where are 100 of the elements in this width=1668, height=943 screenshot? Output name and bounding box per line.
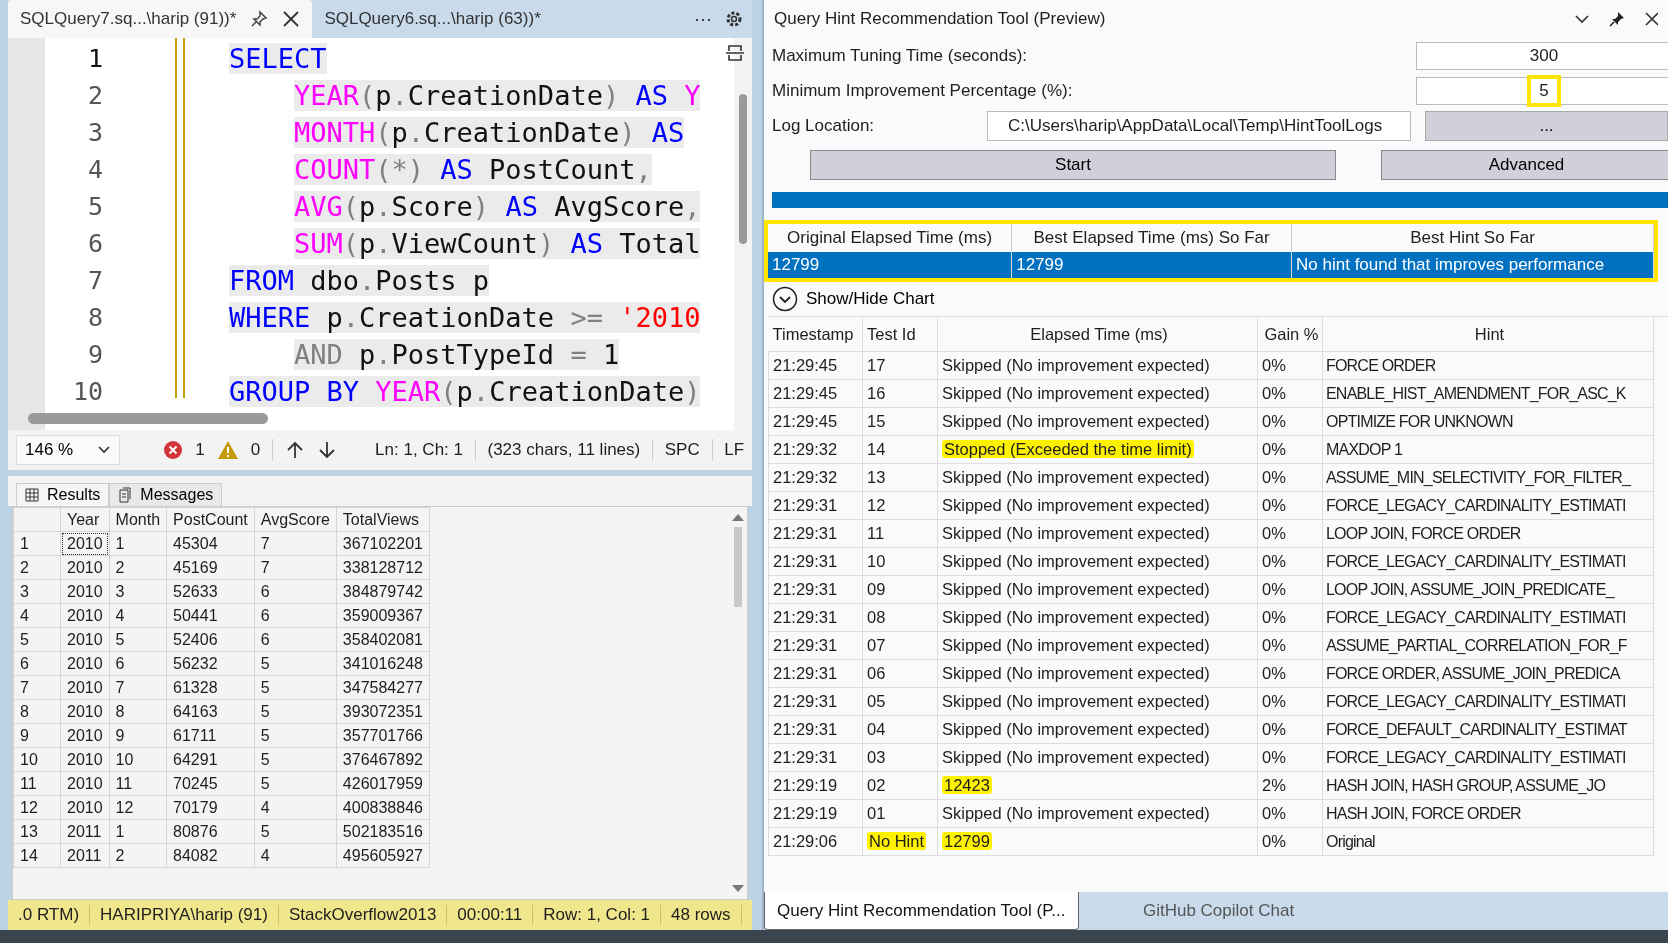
column-header[interactable]: Timestamp — [768, 317, 863, 352]
row-number: 11 — [13, 771, 61, 796]
scrollbar-thumb[interactable] — [28, 413, 268, 424]
table-cell: 6 — [109, 651, 167, 676]
line-ending[interactable]: LF — [724, 440, 744, 460]
table-cell: 0% — [1257, 687, 1323, 716]
column-header[interactable]: Test Id — [862, 317, 938, 352]
advanced-button[interactable]: Advanced — [1381, 150, 1668, 180]
chevron-down-icon[interactable] — [1574, 13, 1590, 25]
table-cell: 2010 — [60, 579, 110, 604]
results-tab[interactable]: Results — [16, 483, 110, 506]
column-header[interactable]: Hint — [1322, 317, 1654, 352]
line-number: 7 — [86, 265, 103, 297]
table-cell: 426017959 — [336, 771, 430, 796]
table-cell: 7 — [109, 675, 167, 700]
table-cell: 70245 — [166, 771, 255, 796]
row-number: 6 — [13, 651, 61, 676]
column-header[interactable]: TotalViews — [336, 507, 430, 532]
table-cell: HASH JOIN, HASH GROUP, ASSUME_JO — [1322, 771, 1654, 800]
table-cell: 6 — [254, 627, 337, 652]
editor-tab[interactable]: SQLQuery6.sq...\harip (63))* — [312, 0, 553, 38]
line-number: 3 — [86, 117, 103, 149]
close-icon[interactable] — [1644, 11, 1658, 27]
chevron-circle-icon[interactable] — [772, 286, 798, 312]
pin-icon[interactable] — [250, 10, 269, 28]
panel-tab[interactable]: GitHub Copilot Chat — [1078, 892, 1359, 930]
table-cell: 17 — [862, 351, 938, 380]
table-cell: 80876 — [166, 819, 255, 844]
table-cell: OPTIMIZE FOR UNKNOWN — [1322, 407, 1654, 436]
table-cell: 0% — [1257, 715, 1323, 744]
browse-button[interactable]: ... — [1425, 111, 1668, 141]
input-field[interactable]: C:\Users\harip\AppData\Local\Temp\HintToolLogs — [987, 111, 1411, 141]
column-header[interactable]: Elapsed Time (ms) — [937, 317, 1258, 352]
table-cell: 09 — [862, 575, 938, 604]
chevron-down-icon[interactable] — [97, 445, 112, 455]
table-cell: Skipped (No improvement expected) — [937, 575, 1258, 604]
table-cell: 0% — [1257, 491, 1323, 520]
editor-tab[interactable]: SQLQuery7.sq...\harip (91))* — [8, 0, 313, 38]
table-cell: 400838846 — [336, 795, 430, 820]
table-cell: Skipped (No improvement expected) — [937, 603, 1258, 632]
table-cell: 07 — [862, 631, 938, 660]
table-cell: Skipped (No improvement expected) — [937, 547, 1258, 576]
scrollbar-thumb[interactable] — [739, 94, 747, 244]
table-cell: 61328 — [166, 675, 255, 700]
table-cell: 5 — [254, 651, 337, 676]
scroll-down-icon[interactable] — [732, 885, 744, 893]
row-number: 4 — [13, 603, 61, 628]
indent-mode[interactable]: SPC — [664, 440, 700, 460]
error-icon[interactable] — [163, 440, 184, 460]
column-header[interactable]: Month — [109, 507, 167, 532]
column-header[interactable]: AvgScore — [254, 507, 337, 532]
table-cell: 03 — [862, 743, 938, 772]
document-icon[interactable] — [118, 487, 133, 503]
pin-icon[interactable] — [1608, 10, 1626, 28]
table-cell: 5 — [254, 747, 337, 772]
overflow-menu[interactable]: ··· — [682, 8, 724, 30]
column-header[interactable]: PostCount — [166, 507, 255, 532]
row-number: 7 — [13, 675, 61, 700]
line-number: 10 — [71, 376, 103, 408]
table-cell: Skipped (No improvement expected) — [937, 351, 1258, 380]
table-cell: Skipped (No improvement expected) — [937, 463, 1258, 492]
zoom-dropdown[interactable]: 146 % — [16, 435, 121, 465]
table-cell: 12 — [862, 491, 938, 520]
table-cell: 2011 — [60, 843, 110, 868]
table-cell: Skipped (No improvement expected) — [937, 715, 1258, 744]
table-cell[interactable]: No hint found that improves performance — [1291, 252, 1654, 278]
input-field[interactable]: 5 — [1416, 76, 1668, 105]
table-cell: 0% — [1257, 603, 1323, 632]
table-cell: 21:29:31 — [768, 575, 863, 604]
input-field[interactable]: 300 — [1416, 41, 1668, 70]
table-cell: No Hint — [862, 827, 938, 856]
table-cell: 6 — [254, 579, 337, 604]
table-cell: 12 — [109, 795, 167, 820]
table-cell: 4 — [254, 843, 337, 868]
row-number: 12 — [13, 795, 61, 820]
table-cell: Skipped (No improvement expected) — [937, 631, 1258, 660]
table-cell: 70179 — [166, 795, 255, 820]
warning-icon[interactable] — [216, 440, 239, 460]
table-cell: 21:29:31 — [768, 547, 863, 576]
table-cell: 2010 — [60, 675, 110, 700]
table-cell: 04 — [862, 715, 938, 744]
table-cell: 45169 — [166, 555, 255, 580]
settings-icon[interactable] — [724, 9, 744, 29]
split-icon[interactable] — [724, 42, 746, 64]
table-cell: 21:29:19 — [768, 771, 863, 800]
table-cell[interactable]: 12799 — [768, 252, 1012, 278]
column-header[interactable]: Gain % — [1257, 317, 1323, 352]
chart-toggle[interactable]: Show/Hide Chart — [764, 282, 941, 316]
close-icon[interactable] — [282, 10, 301, 28]
table-cell: 64291 — [166, 747, 255, 772]
start-button[interactable]: Start — [810, 150, 1336, 180]
table-cell[interactable]: 12799 — [1011, 252, 1292, 278]
panel-tab[interactable]: Query Hint Recommendation Tool (P... — [764, 892, 1079, 930]
row-number: 2 — [13, 555, 61, 580]
scrollbar-thumb[interactable] — [734, 527, 742, 607]
results-tab[interactable]: Messages — [109, 483, 223, 506]
scroll-up-icon[interactable] — [732, 513, 744, 521]
column-header[interactable]: Year — [60, 507, 110, 532]
arrow-down-icon[interactable] — [316, 440, 337, 460]
grid-icon[interactable] — [25, 488, 39, 502]
